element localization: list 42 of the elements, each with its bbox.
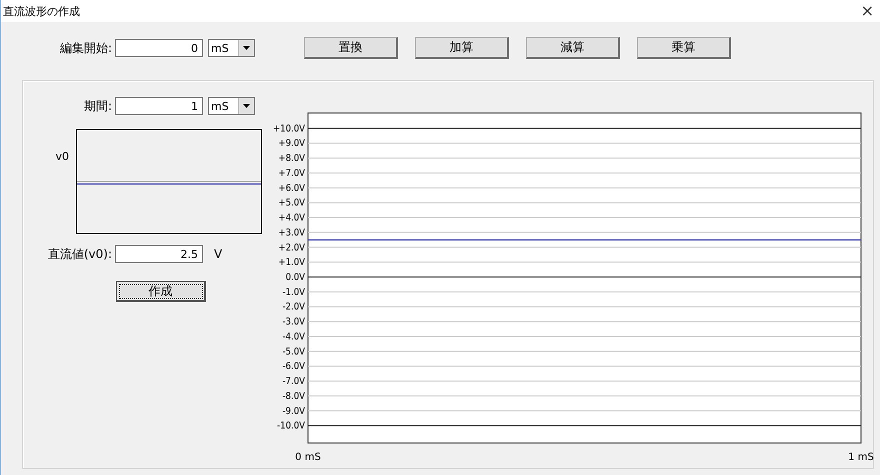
axis-label: -2.0V <box>282 302 305 313</box>
caret-icon <box>243 46 250 50</box>
axis-label: +5.0V <box>278 198 305 209</box>
axis-label: +10.0V <box>272 123 305 134</box>
window-title: 直流波形の作成 <box>3 4 80 18</box>
caret-icon <box>243 104 250 108</box>
axis-label: -10.0V <box>277 420 305 432</box>
field-label: 期間: <box>82 98 112 114</box>
input-field[interactable]: 2.5 <box>115 245 203 263</box>
unit-select[interactable]: mS <box>208 39 255 57</box>
unit-select[interactable]: mS <box>208 97 255 115</box>
axis-label: 0.0V <box>286 272 305 284</box>
axis-label: +7.0V <box>278 168 305 179</box>
axis-label: 0 mS <box>295 452 321 463</box>
axis-label: +1.0V <box>278 257 305 268</box>
axis-label: -3.0V <box>282 316 305 328</box>
axis-label: -9.0V <box>282 406 305 417</box>
level-label: v0 <box>54 150 69 163</box>
input-field[interactable]: 0 <box>115 39 203 57</box>
axis-label: -7.0V <box>282 376 305 388</box>
axis-label: -5.0V <box>282 346 305 358</box>
unit-label: V <box>214 247 222 261</box>
axis-label: -4.0V <box>282 331 305 342</box>
action-button[interactable]: 乗算 <box>637 37 731 59</box>
axis-label: +6.0V <box>278 182 305 194</box>
axis-label: +9.0V <box>278 138 305 150</box>
axis-label: -1.0V <box>282 286 305 298</box>
action-button[interactable]: 減算 <box>526 37 620 59</box>
action-button[interactable]: 加算 <box>415 37 509 59</box>
close-button[interactable]: × <box>858 3 876 19</box>
field-label: 編集開始: <box>58 40 112 56</box>
axis-label: +4.0V <box>278 212 305 224</box>
axis-label: 1 mS <box>848 452 874 463</box>
field-label: 直流値(v0): <box>46 246 112 262</box>
axis-label: -6.0V <box>282 361 305 372</box>
input-field[interactable]: 1 <box>115 97 203 115</box>
axis-label: +8.0V <box>278 153 305 164</box>
create-button[interactable]: 作成 <box>116 281 206 302</box>
axis-label: +2.0V <box>278 242 305 254</box>
axis-label: -8.0V <box>282 390 305 402</box>
axis-label: +3.0V <box>278 227 305 238</box>
action-button[interactable]: 置換 <box>304 37 398 59</box>
